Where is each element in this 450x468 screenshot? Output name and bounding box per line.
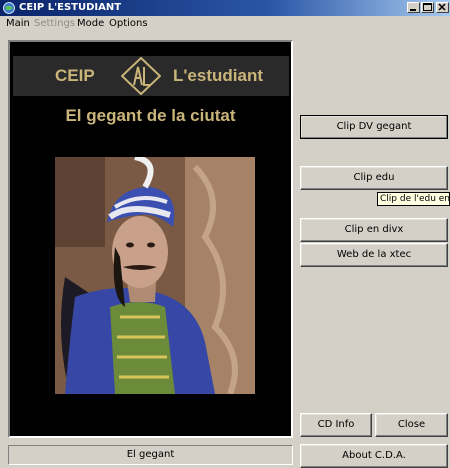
web-xtec-button[interactable]: Web de la xtec [300, 243, 448, 267]
video-panel[interactable]: CEIP L'estudiant El gegant de la ciutat [8, 40, 293, 438]
menu-settings[interactable]: Settings [34, 18, 75, 29]
cd-info-button[interactable]: CD Info [300, 413, 372, 437]
clip-edu-button[interactable]: Clip edu [300, 166, 448, 190]
menu-main[interactable]: Main [6, 18, 30, 29]
minimize-icon [410, 9, 416, 11]
maximize-button[interactable] [421, 2, 434, 13]
close-icon [438, 3, 446, 11]
minimize-button[interactable] [407, 2, 420, 13]
clip-dv-gegant-button[interactable]: Clip DV gegant [300, 115, 448, 139]
clip-divx-button[interactable]: Clip en divx [300, 218, 448, 242]
menu-mode[interactable]: Mode [77, 18, 104, 29]
title-banner: CEIP L'estudiant [13, 56, 289, 96]
about-button[interactable]: About C.D.A. [300, 444, 448, 468]
giant-figure-image [55, 157, 255, 394]
app-globe-icon [3, 2, 15, 14]
close-window-button[interactable] [436, 2, 449, 13]
close-button[interactable]: Close [375, 413, 448, 437]
window-title: CEIP L'ESTUDIANT [19, 2, 122, 13]
maximize-icon [423, 3, 432, 11]
title-bar[interactable]: CEIP L'ESTUDIANT [0, 0, 450, 16]
clip-edu-tooltip: Clip de l'edu en M [377, 192, 450, 206]
school-logo-icon [120, 56, 162, 96]
status-field: El gegant [8, 445, 293, 465]
video-subtitle: El gegant de la ciutat [65, 106, 236, 125]
banner-estudiant-text: L'estudiant [173, 66, 263, 85]
menu-bar: Main Settings Mode Options [0, 16, 450, 34]
banner-ceip-text: CEIP [55, 66, 95, 85]
menu-options[interactable]: Options [109, 18, 148, 29]
